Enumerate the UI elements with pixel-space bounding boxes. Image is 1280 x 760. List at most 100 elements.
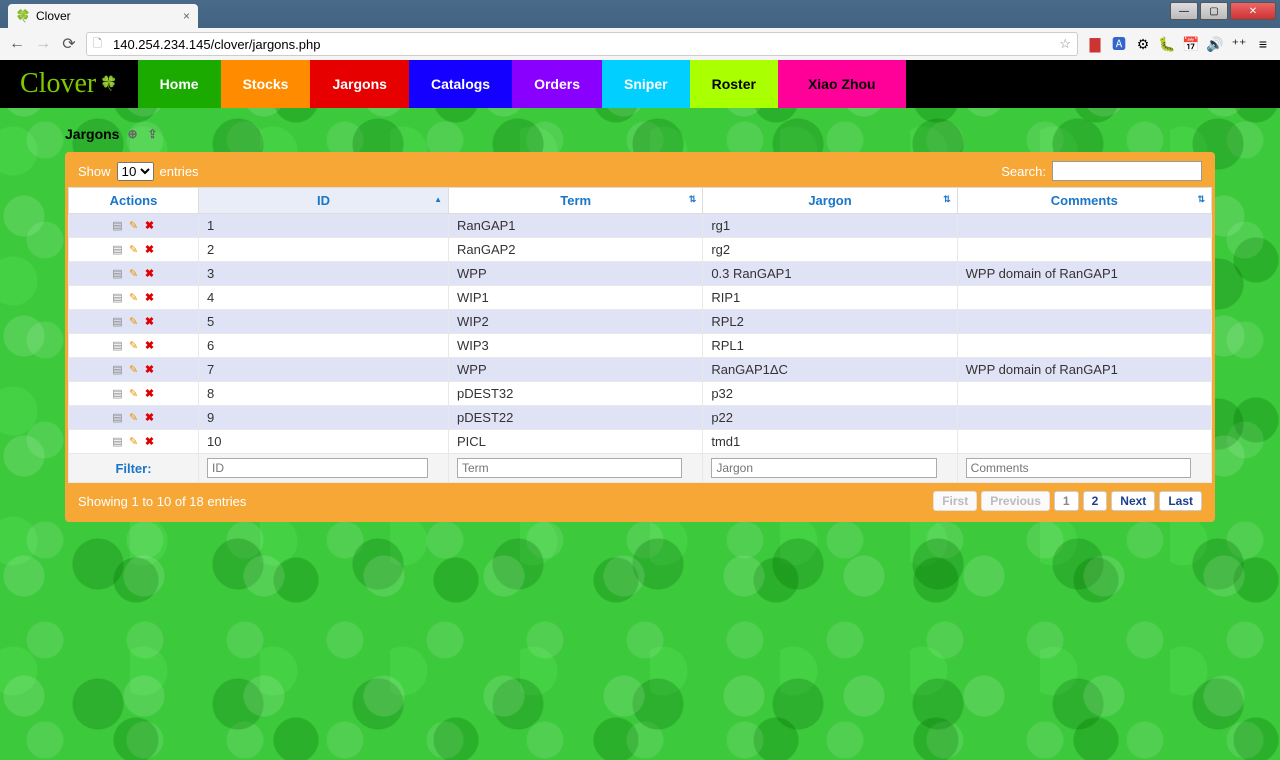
search-label: Search:	[1001, 164, 1046, 179]
url-input[interactable]	[113, 37, 1059, 52]
settings-gear-icon[interactable]: ⚙	[1134, 35, 1152, 53]
clover-favicon-icon: 🍀	[16, 9, 30, 23]
filter-jargon-input[interactable]	[711, 458, 936, 478]
cell-id: 6	[199, 334, 449, 358]
delete-icon[interactable]: ✖	[143, 363, 157, 377]
cell-jargon: RPL2	[703, 310, 957, 334]
view-icon[interactable]: ▤	[111, 291, 125, 305]
delete-icon[interactable]: ✖	[143, 291, 157, 305]
edit-icon[interactable]: ✎	[127, 315, 141, 329]
edit-icon[interactable]: ✎	[127, 243, 141, 257]
menu-icon[interactable]: ≡	[1254, 35, 1272, 53]
tab-title: Clover	[36, 9, 71, 23]
page-icon: 🗋	[93, 35, 107, 54]
nav-home[interactable]: Home	[138, 60, 221, 108]
filter-id-input[interactable]	[207, 458, 428, 478]
view-icon[interactable]: ▤	[111, 435, 125, 449]
cell-id: 9	[199, 406, 449, 430]
nav-catalogs[interactable]: Catalogs	[409, 60, 512, 108]
cell-id: 4	[199, 286, 449, 310]
view-icon[interactable]: ▤	[111, 267, 125, 281]
delete-icon[interactable]: ✖	[143, 387, 157, 401]
page-next[interactable]: Next	[1111, 491, 1155, 511]
reload-button[interactable]: ⟳	[60, 35, 78, 53]
view-icon[interactable]: ▤	[111, 387, 125, 401]
view-icon[interactable]: ▤	[111, 363, 125, 377]
cell-id: 7	[199, 358, 449, 382]
filter-term-input[interactable]	[457, 458, 682, 478]
forward-button[interactable]: →	[34, 35, 52, 53]
edit-icon[interactable]: ✎	[127, 387, 141, 401]
cell-id: 8	[199, 382, 449, 406]
delete-icon[interactable]: ✖	[143, 411, 157, 425]
view-icon[interactable]: ▤	[111, 243, 125, 257]
window-close-button[interactable]: ✕	[1230, 2, 1276, 20]
nav-roster[interactable]: Roster	[690, 60, 778, 108]
tab-close-icon[interactable]: ×	[183, 9, 190, 23]
nav-user[interactable]: Xiao Zhou	[778, 60, 906, 108]
cell-term: WIP1	[449, 286, 703, 310]
nav-sniper[interactable]: Sniper	[602, 60, 690, 108]
delete-icon[interactable]: ✖	[143, 267, 157, 281]
delete-icon[interactable]: ✖	[143, 339, 157, 353]
cell-jargon: RPL1	[703, 334, 957, 358]
calendar-icon[interactable]: 📅	[1182, 35, 1200, 53]
cell-term: RanGAP1	[449, 214, 703, 238]
window-maximize-button[interactable]: ▢	[1200, 2, 1228, 20]
cell-id: 3	[199, 262, 449, 286]
cell-term: WPP	[449, 358, 703, 382]
content: Jargons ⊕ ⇪ Show 10 entries Search: Acti	[65, 108, 1215, 522]
browser-tab[interactable]: 🍀 Clover ×	[8, 4, 198, 28]
extension-icon[interactable]: ⁺⁺	[1230, 35, 1248, 53]
edit-icon[interactable]: ✎	[127, 435, 141, 449]
search-input[interactable]	[1052, 161, 1202, 181]
cell-jargon: p32	[703, 382, 957, 406]
window-minimize-button[interactable]: —	[1170, 2, 1198, 20]
edit-icon[interactable]: ✎	[127, 219, 141, 233]
col-jargon[interactable]: Jargon	[703, 188, 957, 214]
edit-icon[interactable]: ✎	[127, 411, 141, 425]
edit-icon[interactable]: ✎	[127, 291, 141, 305]
address-bar[interactable]: 🗋 ☆	[86, 32, 1078, 56]
page-first[interactable]: First	[933, 491, 977, 511]
delete-icon[interactable]: ✖	[143, 219, 157, 233]
edit-icon[interactable]: ✎	[127, 339, 141, 353]
page-size-select[interactable]: 10	[117, 162, 154, 181]
page-last[interactable]: Last	[1159, 491, 1202, 511]
view-icon[interactable]: ▤	[111, 219, 125, 233]
cell-comments: WPP domain of RanGAP1	[957, 358, 1211, 382]
nav-jargons[interactable]: Jargons	[310, 60, 408, 108]
col-comments[interactable]: Comments	[957, 188, 1211, 214]
edit-icon[interactable]: ✎	[127, 363, 141, 377]
page-prev[interactable]: Previous	[981, 491, 1050, 511]
delete-icon[interactable]: ✖	[143, 435, 157, 449]
back-button[interactable]: ←	[8, 35, 26, 53]
col-term[interactable]: Term	[449, 188, 703, 214]
show-label: Show	[78, 164, 111, 179]
add-circle-icon[interactable]: ⊕	[125, 127, 139, 141]
cell-term: WIP2	[449, 310, 703, 334]
extension-icon[interactable]: ▇	[1086, 35, 1104, 53]
brand-logo[interactable]: Clover🍀	[0, 60, 138, 108]
table-row: ▤✎✖8pDEST32p32	[69, 382, 1212, 406]
table-info: Showing 1 to 10 of 18 entries	[78, 494, 246, 509]
nav-stocks[interactable]: Stocks	[221, 60, 311, 108]
view-icon[interactable]: ▤	[111, 339, 125, 353]
view-icon[interactable]: ▤	[111, 315, 125, 329]
extension-icons: ▇ 🅰 ⚙ 🐛 📅 🔊 ⁺⁺ ≡	[1086, 35, 1272, 53]
nav-orders[interactable]: Orders	[512, 60, 602, 108]
view-icon[interactable]: ▤	[111, 411, 125, 425]
page-1[interactable]: 1	[1054, 491, 1079, 511]
import-icon[interactable]: ⇪	[145, 127, 159, 141]
filter-comments-input[interactable]	[966, 458, 1191, 478]
delete-icon[interactable]: ✖	[143, 243, 157, 257]
sound-icon[interactable]: 🔊	[1206, 35, 1224, 53]
edit-icon[interactable]: ✎	[127, 267, 141, 281]
translate-icon[interactable]: 🅰	[1110, 35, 1128, 53]
bookmark-star-icon[interactable]: ☆	[1059, 36, 1071, 52]
delete-icon[interactable]: ✖	[143, 315, 157, 329]
page-2[interactable]: 2	[1083, 491, 1108, 511]
table-row: ▤✎✖7WPPRanGAP1ΔCWPP domain of RanGAP1	[69, 358, 1212, 382]
extension-bug-icon[interactable]: 🐛	[1158, 35, 1176, 53]
col-id[interactable]: ID	[199, 188, 449, 214]
